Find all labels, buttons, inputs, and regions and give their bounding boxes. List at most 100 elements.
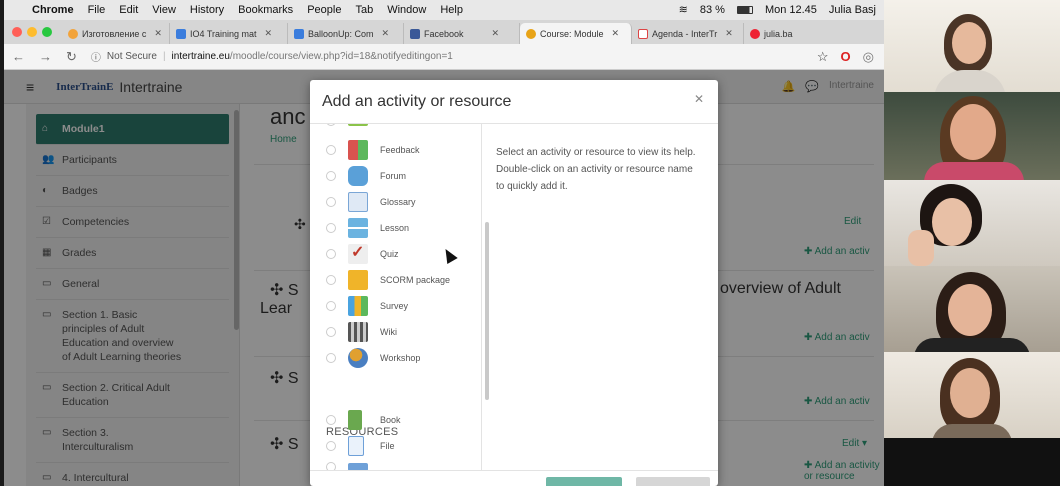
video-tile-3[interactable] <box>884 180 1060 266</box>
dialog-header: Add an activity or resource ✕ <box>310 80 718 124</box>
macos-menubar: Chrome File Edit View History Bookmarks … <box>4 0 884 20</box>
video-tile-4[interactable] <box>884 266 1060 352</box>
close-tab-icon[interactable]: ✕ <box>725 28 733 39</box>
close-tab-icon[interactable]: ✕ <box>154 28 162 39</box>
menu-view[interactable]: View <box>152 4 176 16</box>
activity-feedback[interactable]: Feedback <box>326 140 420 160</box>
close-tab-icon[interactable]: ✕ <box>265 28 273 39</box>
user-name[interactable]: Julia Basj <box>829 4 876 16</box>
docs-icon <box>294 28 304 39</box>
tab-facebook[interactable]: Facebook ✕ <box>404 23 520 44</box>
radio-button[interactable] <box>326 462 336 470</box>
workshop-icon <box>348 348 368 368</box>
menu-help[interactable]: Help <box>440 4 463 16</box>
radio-button[interactable] <box>326 145 336 155</box>
tab-julia[interactable]: julia.ba <box>744 23 818 44</box>
add-button[interactable] <box>546 477 622 486</box>
menu-file[interactable]: File <box>88 4 106 16</box>
participant-body <box>924 162 1024 180</box>
facebook-icon <box>410 28 420 39</box>
radio-button[interactable] <box>326 327 336 337</box>
browser-actions: ☆ O ◎ <box>817 49 874 65</box>
menu-history[interactable]: History <box>190 4 224 16</box>
video-tile-5[interactable] <box>884 352 1060 438</box>
activity-workshop[interactable]: Workshop <box>326 348 420 368</box>
external-tool-icon <box>348 124 368 126</box>
tab-agenda[interactable]: Agenda - InterTr ✕ <box>632 23 744 44</box>
back-icon[interactable]: ← <box>12 49 25 64</box>
opera-icon[interactable]: O <box>841 49 851 65</box>
wiki-icon <box>348 322 368 342</box>
dialog-footer <box>310 470 718 486</box>
radio-button[interactable] <box>326 223 336 233</box>
list-item[interactable] <box>326 462 368 470</box>
menu-bookmarks[interactable]: Bookmarks <box>238 4 293 16</box>
wifi-icon[interactable]: ≋ <box>679 3 688 16</box>
menu-window[interactable]: Window <box>387 4 426 16</box>
close-icon[interactable]: ✕ <box>694 92 704 106</box>
url-separator: | <box>162 51 166 62</box>
url-path: /moodle/course/view.php?id=18&notifyedit… <box>229 51 453 62</box>
battery-icon[interactable] <box>736 5 753 14</box>
menu-tab[interactable]: Tab <box>355 4 373 16</box>
close-tab-icon[interactable]: ✕ <box>492 28 500 39</box>
radio-button[interactable] <box>326 249 336 259</box>
activity-forum[interactable]: Forum <box>326 166 406 186</box>
activity-quiz[interactable]: ✓ Quiz <box>326 244 399 264</box>
cancel-button[interactable] <box>636 477 710 486</box>
tab-izgotovlenie[interactable]: Изготовление с ✕ <box>62 23 170 44</box>
battery-level: 83 % <box>699 3 725 16</box>
video-tile-1[interactable] <box>884 0 1060 92</box>
radio-button[interactable] <box>326 441 336 451</box>
video-tile-2[interactable] <box>884 92 1060 180</box>
participant-face <box>950 368 990 418</box>
tab-course-module[interactable]: Course: Module ✕ <box>520 23 632 44</box>
activity-scorm[interactable]: SCORM package <box>326 270 450 290</box>
menu-people[interactable]: People <box>307 4 341 16</box>
radio-button[interactable] <box>326 171 336 181</box>
resource-book[interactable]: Book <box>326 410 401 430</box>
resource-file[interactable]: File <box>326 436 395 456</box>
activity-list-scrollbar[interactable] <box>485 222 489 400</box>
url-host: intertraine.eu <box>171 51 230 62</box>
reload-icon[interactable]: ↻ <box>66 49 77 65</box>
activity-wiki[interactable]: Wiki <box>326 322 397 342</box>
activity-survey[interactable]: Survey <box>326 296 408 316</box>
activity-glossary[interactable]: Glossary <box>326 192 416 212</box>
radio-button[interactable] <box>326 353 336 363</box>
forward-icon[interactable]: → <box>39 49 52 64</box>
radio-button[interactable] <box>326 301 336 311</box>
participant-body <box>932 424 1012 438</box>
screen: Chrome File Edit View History Bookmarks … <box>0 0 1060 486</box>
activity-lesson[interactable]: Lesson <box>326 218 409 238</box>
help-text: Select an activity or resource to view i… <box>496 147 696 192</box>
participant-face <box>950 104 996 160</box>
bookmark-star-icon[interactable]: ☆ <box>817 49 829 65</box>
docs-icon <box>176 28 186 39</box>
address-bar: ← → ↻ ⓘ Not Secure | intertraine.eu/mood… <box>4 44 884 70</box>
menu-edit[interactable]: Edit <box>119 4 138 16</box>
close-window-button[interactable] <box>12 27 22 37</box>
list-item[interactable] <box>326 124 368 126</box>
participant-body <box>914 338 1030 352</box>
close-tab-icon[interactable]: ✕ <box>612 28 620 39</box>
radio-button[interactable] <box>326 124 336 126</box>
extension-icon[interactable]: ◎ <box>863 49 874 65</box>
radio-button[interactable] <box>326 197 336 207</box>
security-status: Not Secure <box>106 51 157 62</box>
maximize-window-button[interactable] <box>42 27 52 37</box>
quiz-icon: ✓ <box>348 244 368 264</box>
radio-button[interactable] <box>326 275 336 285</box>
chrome-tab-strip: Изготовление с ✕ IO4 Training mat ✕ Balloo… <box>4 20 884 44</box>
menubar-app-name[interactable]: Chrome <box>32 4 74 16</box>
minimize-window-button[interactable] <box>27 27 37 37</box>
radio-button[interactable] <box>326 415 336 425</box>
lesson-icon <box>348 218 368 238</box>
clock[interactable]: Mon 12.45 <box>765 4 817 16</box>
url-field[interactable]: ⓘ Not Secure | intertraine.eu/moodle/cou… <box>91 49 453 64</box>
info-icon[interactable]: ⓘ <box>91 49 101 64</box>
close-tab-icon[interactable]: ✕ <box>382 28 390 39</box>
tab-io4-training[interactable]: IO4 Training mat ✕ <box>170 23 288 44</box>
tab-balloonup[interactable]: BalloonUp: Com ✕ <box>288 23 404 44</box>
slack-icon <box>750 28 760 39</box>
